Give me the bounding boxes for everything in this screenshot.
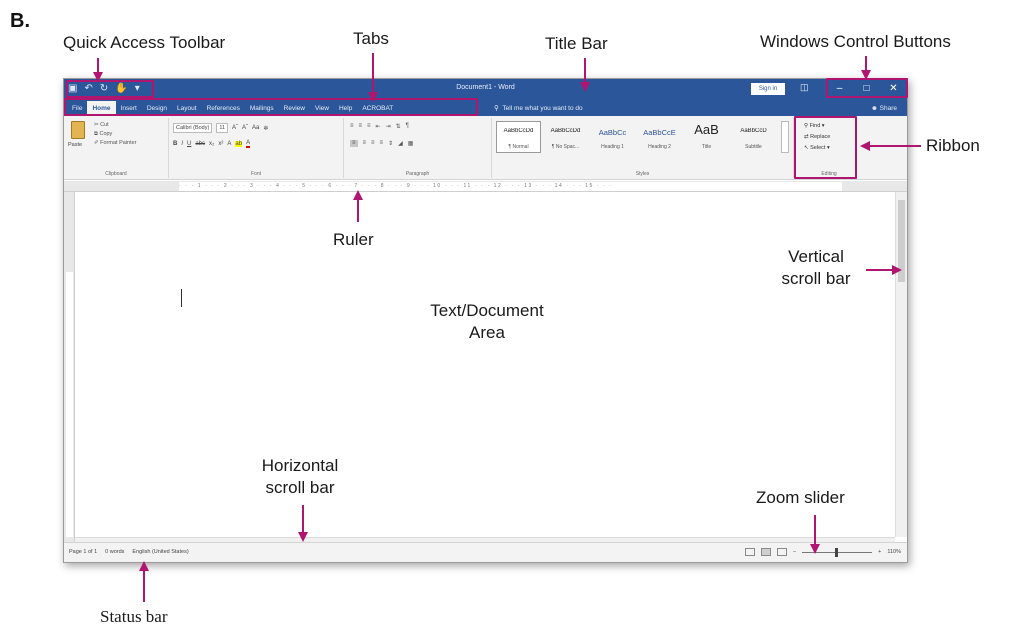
callout-horizontal-scroll-line1: Horizontal [261, 456, 339, 475]
callout-ruler: Ruler [333, 230, 374, 249]
callout-vertical-scroll-line2: scroll bar [781, 269, 851, 288]
callout-tabs: Tabs [353, 29, 389, 48]
callout-title-bar: Title Bar [545, 34, 608, 53]
callout-zoom-slider: Zoom slider [756, 488, 845, 507]
callout-status-bar: Status bar [100, 607, 168, 626]
callout-text-area-line1: Text/Document [430, 301, 544, 320]
callout-vertical-scroll-line1: Vertical [788, 247, 844, 266]
callout-horizontal-scroll: Horizontal scroll bar [240, 455, 360, 499]
callout-text-area-line2: Area [469, 323, 505, 342]
callout-quick-access-toolbar: Quick Access Toolbar [63, 33, 226, 52]
callout-text-area: Text/Document Area [402, 300, 572, 344]
callout-window-controls: Windows Control Buttons [760, 32, 951, 51]
callout-horizontal-scroll-line2: scroll bar [265, 478, 335, 497]
callout-vertical-scroll: Vertical scroll bar [768, 246, 864, 290]
callout-ribbon: Ribbon [926, 136, 980, 155]
